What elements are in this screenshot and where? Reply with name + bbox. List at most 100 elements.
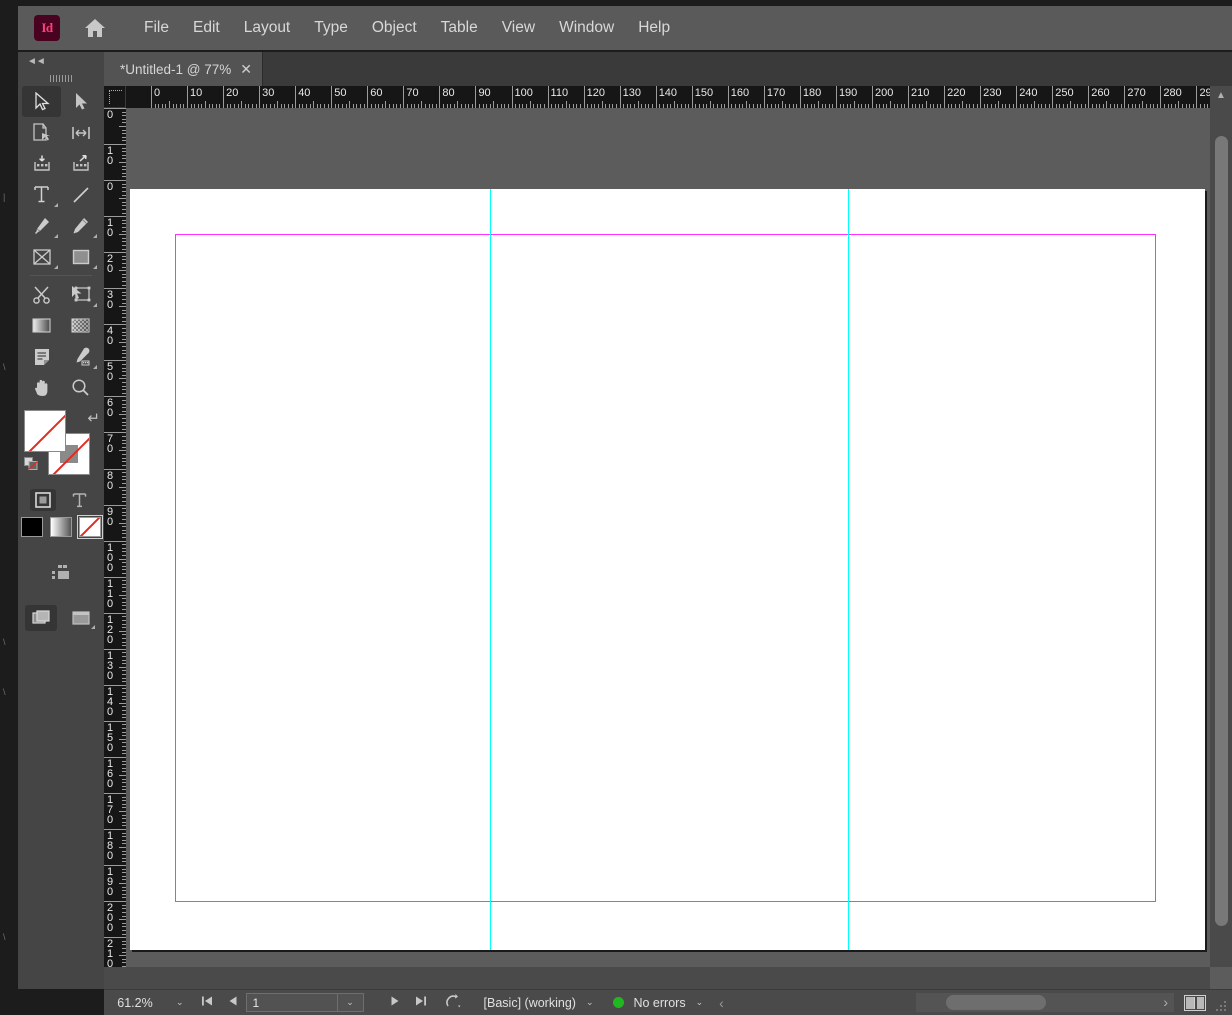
menu-layout[interactable]: Layout bbox=[232, 14, 303, 42]
ruler-origin-point[interactable] bbox=[104, 86, 126, 108]
rectangle-frame-tool[interactable] bbox=[22, 241, 61, 272]
first-page-icon[interactable] bbox=[194, 995, 220, 1010]
apply-color-swatch[interactable] bbox=[21, 517, 43, 537]
formatting-affects-text-button[interactable] bbox=[66, 489, 92, 511]
vertical-scrollbar[interactable]: ▲ bbox=[1210, 86, 1232, 967]
scroll-up-icon[interactable]: ▲ bbox=[1210, 86, 1232, 104]
ruler-tick-label: 100 bbox=[106, 541, 114, 574]
preflight-profile-label[interactable]: [Basic] (working) bbox=[484, 996, 576, 1010]
ruler-tick-label: 200 bbox=[106, 902, 114, 935]
margin-guides bbox=[175, 234, 1156, 902]
tool-flyout-indicator[interactable] bbox=[93, 234, 97, 238]
ruler-tick bbox=[119, 486, 126, 488]
preview-mode-button[interactable] bbox=[65, 605, 97, 631]
content-collector-tool[interactable] bbox=[22, 148, 61, 179]
menu-window[interactable]: Window bbox=[547, 14, 626, 42]
status-right-chevron-icon[interactable]: › bbox=[1163, 994, 1168, 1010]
ruler-tick bbox=[998, 101, 1000, 108]
left-edge-strip: | \ \ \ \ bbox=[0, 52, 18, 1015]
ruler-tick-label: 140 bbox=[658, 87, 678, 99]
ruler-tick bbox=[637, 101, 639, 108]
preflight-profile-dropdown-icon[interactable]: ⌄ bbox=[576, 997, 604, 1008]
ruler-tick-label: 60 bbox=[106, 397, 114, 420]
ruler-tick bbox=[583, 86, 585, 108]
tool-flyout-indicator[interactable] bbox=[54, 203, 58, 207]
next-page-icon[interactable] bbox=[382, 995, 408, 1010]
fill-swatch[interactable] bbox=[24, 410, 66, 452]
column-guide[interactable] bbox=[848, 189, 849, 950]
error-status-dropdown-icon[interactable]: ⌄ bbox=[686, 997, 714, 1008]
status-left-chevron-icon[interactable]: ‹ bbox=[719, 995, 724, 1011]
type-tool[interactable] bbox=[22, 179, 61, 210]
frame-fitting-icon[interactable] bbox=[45, 559, 77, 585]
direct-selection-tool[interactable] bbox=[61, 86, 100, 117]
page-number-input[interactable] bbox=[245, 993, 338, 1012]
canvas-viewport[interactable] bbox=[126, 108, 1210, 967]
ruler-tick-label: 120 bbox=[586, 87, 605, 99]
zoom-tool[interactable] bbox=[61, 372, 100, 403]
vertical-ruler[interactable]: 0 10 0 10 20 30 40 50 60 70 80 90 100 110 120 130 140 150… bbox=[104, 108, 126, 967]
apply-none-swatch[interactable] bbox=[77, 515, 103, 539]
document-tab[interactable]: *Untitled-1 @ 77% ✕ bbox=[104, 52, 263, 86]
tool-flyout-indicator[interactable] bbox=[93, 365, 97, 369]
line-tool[interactable] bbox=[61, 179, 100, 210]
scissors-tool[interactable] bbox=[22, 279, 61, 310]
home-icon[interactable] bbox=[80, 13, 110, 43]
edge-mark: \ bbox=[3, 362, 6, 372]
menu-table[interactable]: Table bbox=[429, 14, 490, 42]
rectangle-tool[interactable] bbox=[61, 241, 100, 272]
collapse-panel-icon[interactable]: ◄◄ bbox=[27, 56, 46, 67]
selection-tool[interactable] bbox=[22, 86, 61, 117]
menu-help[interactable]: Help bbox=[626, 14, 682, 42]
swap-fill-stroke-icon[interactable]: ↵ bbox=[87, 409, 100, 427]
status-scrollbar-thumb[interactable] bbox=[946, 995, 1046, 1010]
gradient-feather-tool[interactable] bbox=[61, 310, 100, 341]
horizontal-scrollbar[interactable] bbox=[104, 967, 1210, 989]
menu-object[interactable]: Object bbox=[360, 14, 429, 42]
panel-drag-grip[interactable] bbox=[18, 70, 104, 86]
menu-edit[interactable]: Edit bbox=[181, 14, 232, 42]
previous-page-icon[interactable] bbox=[220, 995, 246, 1010]
tool-flyout-indicator[interactable] bbox=[54, 265, 58, 269]
menu-file[interactable]: File bbox=[132, 14, 181, 42]
note-tool[interactable] bbox=[22, 341, 61, 372]
pencil-tool[interactable] bbox=[61, 210, 100, 241]
indesign-logo-icon[interactable]: Id bbox=[34, 15, 60, 41]
preflight-icon[interactable] bbox=[440, 993, 466, 1012]
normal-view-mode-button[interactable] bbox=[25, 605, 57, 631]
vertical-scrollbar-thumb[interactable] bbox=[1215, 136, 1228, 926]
last-page-icon[interactable] bbox=[408, 995, 434, 1010]
ruler-tick bbox=[205, 101, 207, 108]
ruler-tick bbox=[475, 86, 477, 108]
eyedropper-tool[interactable] bbox=[61, 341, 100, 372]
document-page[interactable] bbox=[130, 189, 1205, 950]
menu-view[interactable]: View bbox=[490, 14, 547, 42]
ruler-tick-label: 10 bbox=[106, 217, 114, 240]
ruler-tick bbox=[119, 919, 126, 921]
zoom-dropdown-icon[interactable]: ⌄ bbox=[166, 997, 194, 1008]
default-fill-stroke-icon[interactable] bbox=[24, 457, 40, 471]
gradient-swatch-tool[interactable] bbox=[22, 310, 61, 341]
hand-tool[interactable] bbox=[22, 372, 61, 403]
horizontal-ruler[interactable]: 0 10 20 30 40 50 60 70 80 90 100 110 120 130 140 150 160… bbox=[126, 86, 1210, 108]
tool-flyout-indicator[interactable] bbox=[93, 265, 97, 269]
content-placer-tool[interactable] bbox=[61, 148, 100, 179]
formatting-affects-container-button[interactable] bbox=[30, 489, 56, 511]
menu-type[interactable]: Type bbox=[302, 14, 360, 42]
spread-view-icon[interactable] bbox=[1184, 995, 1206, 1011]
free-transform-tool[interactable] bbox=[61, 279, 100, 310]
tool-flyout-indicator[interactable] bbox=[54, 234, 58, 238]
status-horizontal-scrollbar[interactable]: › bbox=[916, 993, 1174, 1012]
gap-tool[interactable] bbox=[61, 117, 100, 148]
page-tool[interactable] bbox=[22, 117, 61, 148]
close-icon[interactable]: ✕ bbox=[240, 62, 252, 76]
tool-flyout-indicator[interactable] bbox=[93, 303, 97, 307]
zoom-level-value[interactable]: 61.2% bbox=[104, 996, 166, 1010]
pen-tool[interactable] bbox=[22, 210, 61, 241]
ruler-tick bbox=[104, 720, 126, 722]
column-guide[interactable] bbox=[490, 189, 491, 950]
tool-flyout-indicator[interactable] bbox=[91, 625, 95, 629]
apply-gradient-swatch[interactable] bbox=[50, 517, 72, 537]
page-dropdown-icon[interactable]: ⌄ bbox=[337, 993, 364, 1012]
ruler-tick-label: 180 bbox=[802, 87, 822, 99]
